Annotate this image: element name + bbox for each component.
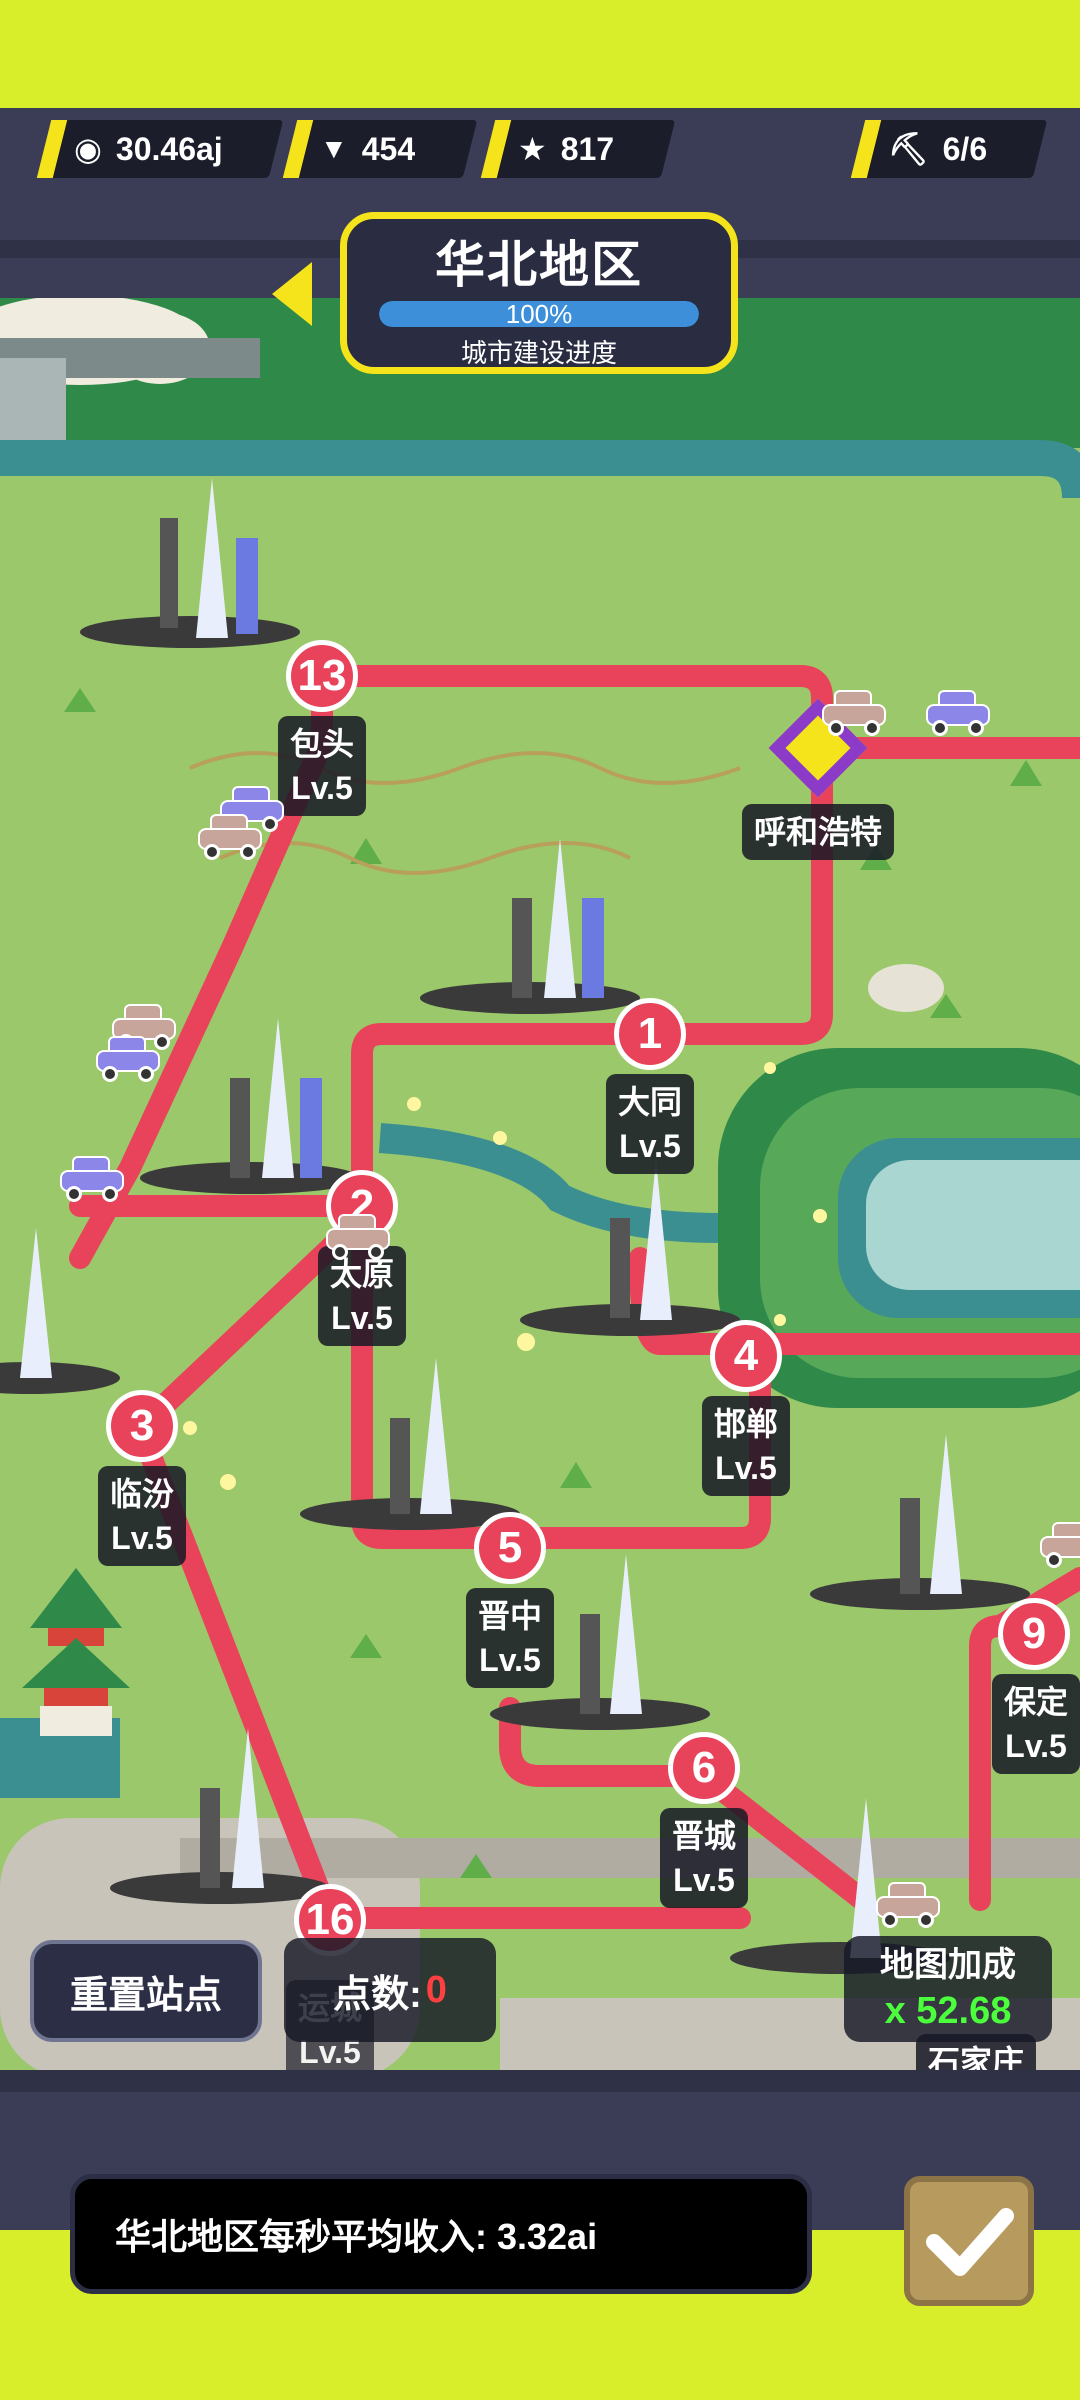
region-progress-card: 华北地区 100% 城市建设进度 [340, 212, 738, 374]
income-display: 华北地区每秒平均收入: 3.32ai [70, 2174, 812, 2294]
stars-stat[interactable]: ★ 817 [480, 120, 676, 178]
station-level: Lv.5 [111, 1520, 173, 1556]
station-label-taiyuan[interactable]: 太原 Lv.5 [317, 1246, 407, 1346]
region-progress-bar: 100% [379, 301, 699, 327]
car-icon [96, 1036, 160, 1082]
coin-icon: ◉ [74, 131, 102, 167]
station-number: 1 [637, 1009, 663, 1058]
station-node-handan[interactable]: 4 [710, 1320, 782, 1392]
stars-value: 817 [560, 130, 615, 167]
station-name: 临汾 [109, 1476, 175, 1512]
workers-stat[interactable]: ⛏ 6/6 [850, 120, 1048, 178]
station-name: 大同 [617, 1084, 683, 1120]
station-node-linfen[interactable]: 3 [106, 1390, 178, 1462]
car-icon [60, 1156, 124, 1202]
station-label-linfen[interactable]: 临汾 Lv.5 [97, 1466, 187, 1566]
station-number: 13 [297, 651, 347, 700]
car-icon [822, 690, 886, 736]
points-label: 点数: [333, 1973, 422, 2016]
star-icon: ★ [518, 131, 547, 167]
map-bonus-display: 地图加成 x 52.68 [844, 1936, 1052, 2042]
car-icon [1040, 1522, 1080, 1568]
confirm-button[interactable] [904, 2176, 1034, 2306]
station-level: Lv.5 [673, 1862, 735, 1898]
station-name: 晋城 [671, 1818, 737, 1854]
gem-icon: ▼ [320, 133, 348, 164]
bottom-band [0, 2070, 1080, 2122]
station-name: 包头 [289, 726, 355, 762]
station-name: 晋中 [477, 1598, 543, 1634]
station-level: Lv.5 [619, 1128, 681, 1164]
station-number: 3 [129, 1401, 155, 1450]
region-map[interactable]: 13 包头 Lv.5 呼和浩特 1 大同 Lv.5 2 太原 Lv.5 4 邯郸… [0, 298, 1080, 2070]
station-name: 石家庄 [927, 2044, 1025, 2070]
station-node-jincheng[interactable]: 6 [668, 1732, 740, 1804]
station-label-handan[interactable]: 邯郸 Lv.5 [701, 1396, 791, 1496]
gems-stat[interactable]: ▼ 454 [282, 120, 478, 178]
workers-value: 6/6 [942, 130, 988, 167]
station-level: Lv.5 [331, 1300, 393, 1336]
station-label-jinzhong[interactable]: 晋中 Lv.5 [465, 1588, 555, 1688]
back-arrow-icon[interactable] [272, 262, 312, 326]
map-bonus-label: 地图加成 [880, 1946, 1016, 1984]
station-label-hohhot[interactable]: 呼和浩特 [741, 804, 895, 860]
station-level: Lv.5 [1005, 1728, 1067, 1764]
station-number: 5 [497, 1523, 523, 1572]
station-number: 9 [1021, 1609, 1047, 1658]
station-level: Lv.5 [291, 770, 353, 806]
car-icon [326, 1214, 390, 1260]
coins-stat[interactable]: ◉ 30.46aj [36, 120, 284, 178]
station-name: 邯郸 [713, 1406, 779, 1442]
pickaxe-icon: ⛏ [888, 131, 929, 167]
car-icon [198, 814, 262, 860]
station-level: Lv.5 [479, 1642, 541, 1678]
station-label-jincheng[interactable]: 晋城 Lv.5 [659, 1808, 749, 1908]
income-text: 华北地区每秒平均收入: 3.32ai [115, 2216, 598, 2257]
station-label-datong[interactable]: 大同 Lv.5 [605, 1074, 695, 1174]
region-name: 华北地区 [435, 237, 643, 293]
region-progress-text: 100% [505, 301, 573, 327]
checkmark-icon [926, 2208, 1014, 2276]
station-node-jinzhong[interactable]: 5 [474, 1512, 546, 1584]
map-bonus-value: x 52.68 [884, 1990, 1012, 2032]
region-progress-label: 城市建设进度 [460, 338, 617, 368]
reset-stations-button[interactable]: 重置站点 [30, 1940, 262, 2042]
car-icon [926, 690, 990, 736]
coins-value: 30.46aj [115, 130, 223, 167]
station-node-datong[interactable]: 1 [614, 998, 686, 1070]
car-icon [876, 1882, 940, 1928]
station-level: Lv.5 [715, 1450, 777, 1486]
station-node-baoding[interactable]: 9 [998, 1598, 1070, 1670]
gems-value: 454 [361, 130, 416, 167]
points-display: 点数: 0 [284, 1938, 496, 2042]
station-name: 保定 [1003, 1684, 1069, 1720]
station-number: 6 [691, 1743, 717, 1792]
map-terrain [0, 298, 1080, 2070]
station-label-baotou[interactable]: 包头 Lv.5 [277, 716, 367, 816]
station-name: 呼和浩特 [753, 814, 883, 850]
station-node-baotou[interactable]: 13 [286, 640, 358, 712]
pagoda-icon [22, 1568, 130, 1736]
points-value: 0 [425, 1968, 447, 2011]
station-label-baoding[interactable]: 保定 Lv.5 [991, 1674, 1080, 1774]
station-number: 4 [733, 1331, 759, 1380]
